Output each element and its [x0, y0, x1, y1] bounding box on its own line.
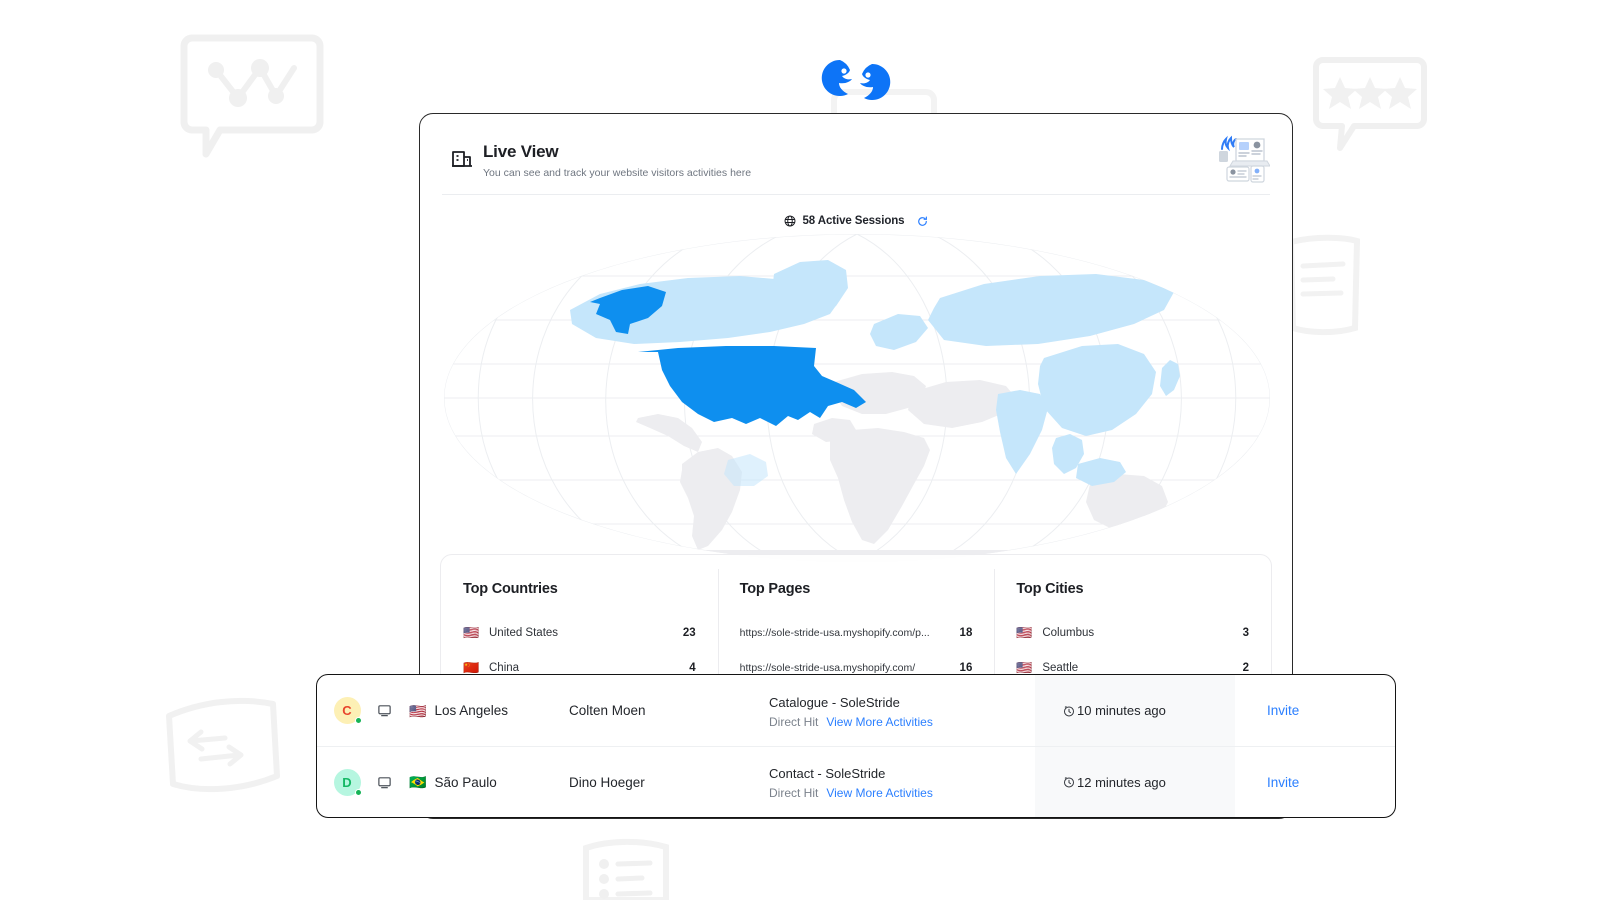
view-more-activities-link[interactable]: View More Activities: [826, 715, 932, 729]
invite-cell[interactable]: Invite: [1235, 747, 1395, 817]
page-url: https://sole-stride-usa.myshopify.com/: [740, 662, 950, 674]
online-status-dot: [355, 789, 362, 796]
city-count: 3: [1243, 627, 1249, 639]
doodle-speech-bubble-stars: [1310, 55, 1430, 155]
visitor-name: Dino Hoeger: [569, 747, 769, 817]
time-cell: 12 minutes ago: [1035, 747, 1235, 817]
desktop-icon: [377, 703, 392, 718]
country-name: China: [489, 662, 670, 674]
device-cell: [377, 675, 409, 746]
flag-icon: 🇺🇸: [1016, 626, 1033, 639]
building-icon: [450, 147, 474, 171]
invite-cell[interactable]: Invite: [1235, 675, 1395, 746]
top-pages-title: Top Pages: [740, 581, 973, 597]
invite-button[interactable]: Invite: [1267, 703, 1299, 718]
clock-icon: [1063, 705, 1075, 717]
flag-icon: 🇺🇸: [1016, 661, 1033, 674]
country-count: 23: [683, 627, 696, 639]
avatar: D: [334, 769, 361, 796]
doodle-list-card: [580, 836, 672, 900]
page-subtitle: You can see and track your website visit…: [483, 166, 1262, 180]
city-count: 2: [1243, 662, 1249, 674]
avatar: C: [334, 697, 361, 724]
page-meta: Direct Hit View More Activities: [769, 786, 933, 800]
top-cities-title: Top Cities: [1016, 581, 1249, 597]
top-countries-title: Top Countries: [463, 581, 696, 597]
flag-icon: 🇺🇸: [409, 704, 426, 718]
devices-illustration: [1208, 131, 1270, 183]
avatar-letter: C: [342, 703, 351, 718]
traffic-source: Direct Hit: [769, 786, 818, 800]
page-title-text: Catalogue - SoleStride: [769, 693, 900, 712]
header-divider: [442, 194, 1270, 195]
time-ago: 12 minutes ago: [1077, 775, 1166, 790]
table-row[interactable]: https://sole-stride-usa.myshopify.com/p.…: [740, 615, 973, 650]
city-name: Columbus: [1042, 627, 1223, 639]
table-row[interactable]: D 🇧🇷 São Paulo Dino Hoeger Contact - Sol…: [317, 746, 1395, 817]
avatar-letter: D: [342, 775, 351, 790]
traffic-source: Direct Hit: [769, 715, 818, 729]
active-sessions-bar: 58 Active Sessions: [420, 215, 1292, 227]
logo-two-blue-bubbles: [820, 58, 892, 100]
doodle-exchange-arrows: [163, 694, 283, 798]
page-cell: Contact - SoleStride Direct Hit View Mor…: [769, 747, 1035, 817]
table-row[interactable]: C 🇺🇸 Los Angeles Colten Moen Catalogue -…: [317, 675, 1395, 746]
city-name: Los Angeles: [434, 703, 508, 718]
view-more-activities-link[interactable]: View More Activities: [826, 786, 932, 800]
page-meta: Direct Hit View More Activities: [769, 715, 933, 729]
avatar-cell: C: [317, 675, 377, 746]
doodle-speech-bubble-chart: [176, 32, 328, 160]
live-sessions-table: C 🇺🇸 Los Angeles Colten Moen Catalogue -…: [316, 674, 1396, 818]
city-name: São Paulo: [434, 775, 496, 790]
page-title: Live View: [483, 142, 1262, 162]
page-title-text: Contact - SoleStride: [769, 764, 885, 783]
refresh-icon[interactable]: [917, 216, 928, 227]
clock-icon: [1063, 776, 1075, 788]
device-cell: [377, 747, 409, 817]
flag-icon: 🇨🇳: [463, 661, 480, 674]
table-row[interactable]: 🇺🇸 United States 23: [463, 615, 696, 650]
world-map[interactable]: [442, 232, 1272, 562]
invite-button[interactable]: Invite: [1267, 775, 1299, 790]
flag-icon: 🇺🇸: [463, 626, 480, 639]
city-name: Seattle: [1042, 662, 1223, 674]
online-status-dot: [355, 717, 362, 724]
avatar-cell: D: [317, 747, 377, 817]
time-cell: 10 minutes ago: [1035, 675, 1235, 746]
city-cell: 🇺🇸 Los Angeles: [409, 675, 569, 746]
flag-icon: 🇧🇷: [409, 775, 426, 789]
active-sessions-label: 58 Active Sessions: [803, 215, 905, 227]
card-header: Live View You can see and track your web…: [420, 114, 1292, 180]
city-cell: 🇧🇷 São Paulo: [409, 747, 569, 817]
page-count: 16: [960, 662, 973, 674]
visitor-name: Colten Moen: [569, 675, 769, 746]
page-cell: Catalogue - SoleStride Direct Hit View M…: [769, 675, 1035, 746]
desktop-icon: [377, 775, 392, 790]
country-count: 4: [689, 662, 695, 674]
doodle-document-lines: [1285, 232, 1363, 338]
globe-icon: [784, 215, 796, 227]
country-name: United States: [489, 627, 664, 639]
page-root: Live View You can see and track your web…: [0, 0, 1600, 900]
time-ago: 10 minutes ago: [1077, 703, 1166, 718]
page-count: 18: [960, 627, 973, 639]
table-row[interactable]: 🇺🇸 Columbus 3: [1016, 615, 1249, 650]
page-url: https://sole-stride-usa.myshopify.com/p.…: [740, 627, 950, 639]
